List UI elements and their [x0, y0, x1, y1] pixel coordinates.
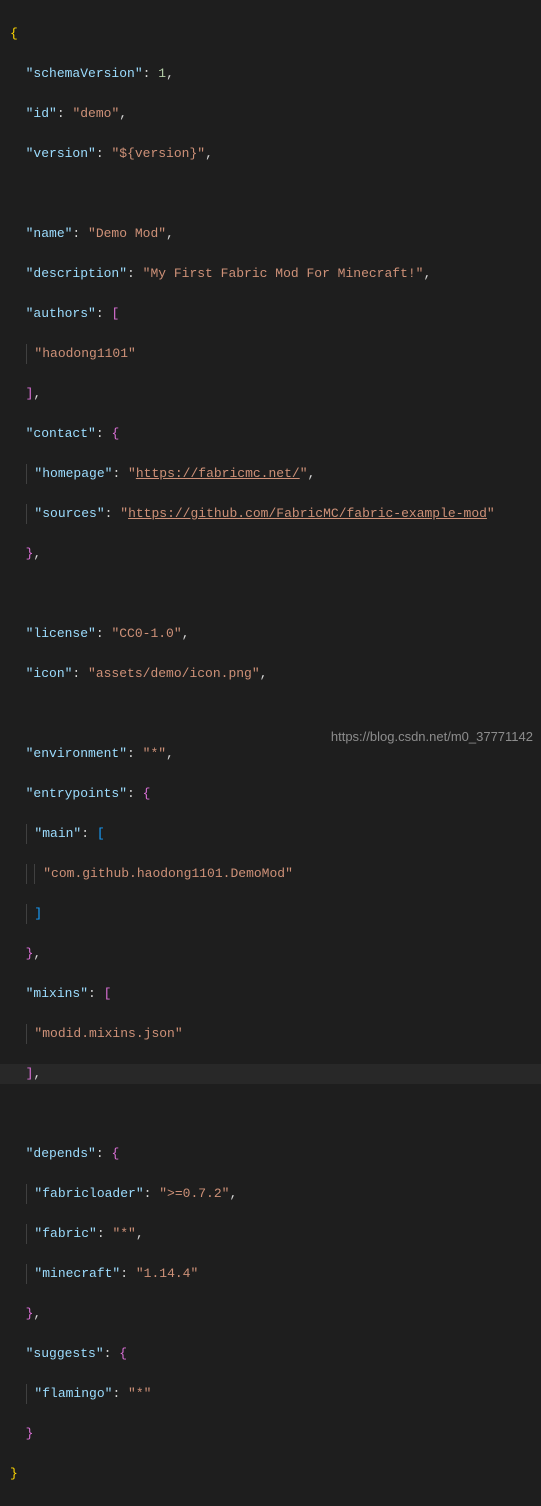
open-brace: {	[111, 426, 119, 441]
code-line	[10, 184, 531, 204]
json-number: 1	[158, 66, 166, 81]
code-line: }	[10, 1464, 531, 1484]
code-line: "contact": {	[10, 424, 531, 444]
json-key: "depends"	[26, 1146, 96, 1161]
json-string: "*"	[128, 1386, 151, 1401]
json-string: "${version}"	[111, 146, 205, 161]
json-key: "description"	[26, 266, 127, 281]
json-key: "icon"	[26, 666, 73, 681]
json-string: "*"	[112, 1226, 135, 1241]
json-key: "authors"	[26, 306, 96, 321]
json-string: "Demo Mod"	[88, 226, 166, 241]
close-brace: }	[26, 1426, 34, 1441]
json-key: "flamingo"	[34, 1386, 112, 1401]
json-key: "contact"	[26, 426, 96, 441]
json-string: "*"	[143, 746, 166, 761]
json-quote: "	[300, 466, 308, 481]
json-link[interactable]: https://fabricmc.net/	[136, 466, 300, 481]
close-bracket: ]	[26, 1066, 34, 1081]
code-line: "fabric": "*",	[10, 1224, 531, 1244]
code-line: "minecraft": "1.14.4"	[10, 1264, 531, 1284]
code-line: },	[10, 944, 531, 964]
json-string: "haodong1101"	[34, 346, 135, 361]
code-line: "icon": "assets/demo/icon.png",	[10, 664, 531, 684]
code-line: "name": "Demo Mod",	[10, 224, 531, 244]
code-line: "com.github.haodong1101.DemoMod"	[10, 864, 531, 884]
code-line	[10, 584, 531, 604]
code-line: "haodong1101"	[10, 344, 531, 364]
json-key: "homepage"	[34, 466, 112, 481]
json-quote: "	[487, 506, 495, 521]
open-bracket: [	[97, 826, 105, 841]
open-brace: {	[143, 786, 151, 801]
close-brace: }	[26, 946, 34, 961]
code-line: "description": "My First Fabric Mod For …	[10, 264, 531, 284]
code-line: "modid.mixins.json"	[10, 1024, 531, 1044]
code-line: "fabricloader": ">=0.7.2",	[10, 1184, 531, 1204]
json-key: "license"	[26, 626, 96, 641]
close-brace: }	[10, 1466, 18, 1481]
code-editor[interactable]: { "schemaVersion": 1, "id": "demo", "ver…	[0, 0, 541, 1506]
json-string: "demo"	[72, 106, 119, 121]
code-line: "mixins": [	[10, 984, 531, 1004]
json-key: "minecraft"	[34, 1266, 120, 1281]
json-link[interactable]: https://github.com/FabricMC/fabric-examp…	[128, 506, 487, 521]
json-string: ">=0.7.2"	[159, 1186, 229, 1201]
json-key: "main"	[34, 826, 81, 841]
code-line: "suggests": {	[10, 1344, 531, 1364]
code-line: "id": "demo",	[10, 104, 531, 124]
json-key: "schemaVersion"	[26, 66, 143, 81]
json-key: "id"	[26, 106, 57, 121]
code-line: "license": "CC0-1.0",	[10, 624, 531, 644]
code-line: "schemaVersion": 1,	[10, 64, 531, 84]
json-key: "suggests"	[26, 1346, 104, 1361]
json-key: "fabricloader"	[34, 1186, 143, 1201]
json-string: "com.github.haodong1101.DemoMod"	[43, 866, 293, 881]
json-key: "entrypoints"	[26, 786, 127, 801]
code-line: },	[10, 544, 531, 564]
json-key: "version"	[26, 146, 96, 161]
close-bracket: ]	[34, 906, 42, 921]
code-line-current: ],	[0, 1064, 541, 1084]
code-line: "environment": "*",	[10, 744, 531, 764]
code-line: }	[10, 1424, 531, 1444]
json-string: "modid.mixins.json"	[34, 1026, 182, 1041]
code-line: {	[10, 24, 531, 44]
code-line	[10, 704, 531, 724]
code-line: ],	[10, 384, 531, 404]
code-line: "version": "${version}",	[10, 144, 531, 164]
open-brace: {	[111, 1146, 119, 1161]
json-string: "My First Fabric Mod For Minecraft!"	[143, 266, 424, 281]
code-line: "flamingo": "*"	[10, 1384, 531, 1404]
open-bracket: [	[111, 306, 119, 321]
json-key: "mixins"	[26, 986, 88, 1001]
code-line: ]	[10, 904, 531, 924]
json-key: "fabric"	[34, 1226, 96, 1241]
json-key: "name"	[26, 226, 73, 241]
code-line	[10, 1104, 531, 1124]
code-line: "entrypoints": {	[10, 784, 531, 804]
close-brace: }	[26, 1306, 34, 1321]
code-line: "main": [	[10, 824, 531, 844]
open-brace: {	[119, 1346, 127, 1361]
json-string: "1.14.4"	[136, 1266, 198, 1281]
json-key: "environment"	[26, 746, 127, 761]
code-line: "authors": [	[10, 304, 531, 324]
json-key: "sources"	[34, 506, 104, 521]
code-line: "depends": {	[10, 1144, 531, 1164]
open-brace: {	[10, 26, 18, 41]
json-string: "assets/demo/icon.png"	[88, 666, 260, 681]
open-bracket: [	[104, 986, 112, 1001]
code-line: },	[10, 1304, 531, 1324]
json-quote: "	[120, 506, 128, 521]
json-string: "CC0-1.0"	[111, 626, 181, 641]
code-line: "homepage": "https://fabricmc.net/",	[10, 464, 531, 484]
watermark-text: https://blog.csdn.net/m0_37771142	[331, 727, 533, 747]
code-line: "sources": "https://github.com/FabricMC/…	[10, 504, 531, 524]
json-quote: "	[128, 466, 136, 481]
